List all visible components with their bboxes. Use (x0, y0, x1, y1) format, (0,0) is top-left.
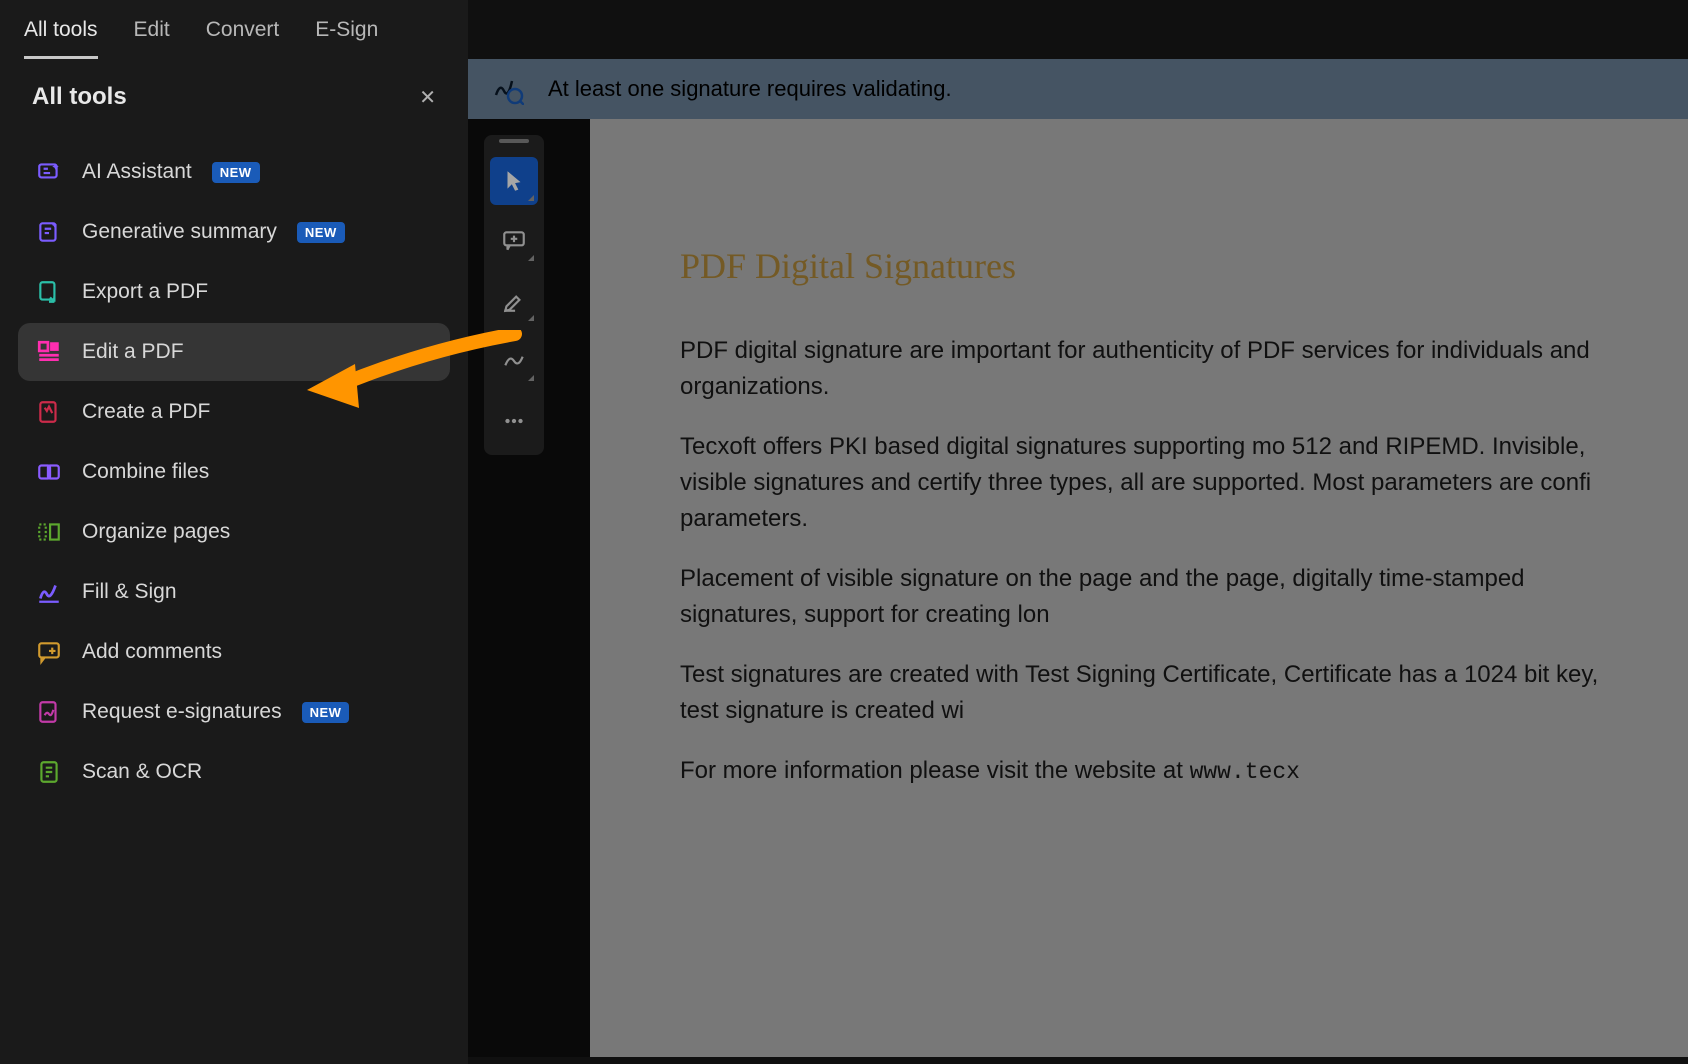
tool-label: Add comments (82, 640, 222, 664)
tab-all-tools[interactable]: All tools (24, 18, 98, 59)
organize-pages-icon (36, 519, 62, 545)
document-paragraph: PDF digital signature are important for … (680, 333, 1628, 405)
sidebar-title: All tools (32, 83, 127, 111)
vertical-toolbar (484, 135, 544, 455)
sidebar-header: All tools ✕ (18, 83, 450, 135)
tool-label: Edit a PDF (82, 340, 184, 364)
tool-label: Organize pages (82, 520, 230, 544)
tool-label: AI Assistant (82, 160, 192, 184)
document-paragraph: Placement of visible signature on the pa… (680, 561, 1628, 633)
add-comments-icon (36, 639, 62, 665)
vtool-draw[interactable] (490, 337, 538, 385)
tool-label: Combine files (82, 460, 209, 484)
tool-label: Request e-signatures (82, 700, 282, 724)
new-badge: NEW (297, 222, 345, 243)
fill-sign-icon (36, 579, 62, 605)
new-badge: NEW (302, 702, 350, 723)
vtool-highlight[interactable] (490, 277, 538, 325)
vtool-comment[interactable] (490, 217, 538, 265)
vtool-cursor[interactable] (490, 157, 538, 205)
main-container: All tools ✕ AI AssistantNEWGenerative su… (0, 59, 1688, 1057)
tool-export-pdf[interactable]: Export a PDF (18, 263, 450, 321)
tab-e-sign[interactable]: E-Sign (315, 18, 378, 59)
document-paragraph: Tecxoft offers PKI based digital signatu… (680, 429, 1628, 537)
content-area: At least one signature requires validati… (468, 59, 1688, 1057)
scan-ocr-icon (36, 759, 62, 785)
tool-list: AI Assistant NEW Generative summary NEW Expo… (18, 143, 450, 801)
tool-add-comments[interactable]: Add comments (18, 623, 450, 681)
tool-combine-files[interactable]: Combine files (18, 443, 450, 501)
document-title: PDF Digital Signatures (680, 239, 1628, 293)
document-paragraph: Test signatures are created with Test Si… (680, 657, 1628, 729)
tab-edit[interactable]: Edit (134, 18, 170, 59)
tool-scan-ocr[interactable]: Scan & OCR (18, 743, 450, 801)
tool-generative-summary[interactable]: Generative summary NEW (18, 203, 450, 261)
top-tabs: All tools Edit Convert E-Sign (0, 0, 1688, 59)
signature-validate-icon (492, 73, 524, 105)
tool-label: Scan & OCR (82, 760, 202, 784)
create-pdf-icon (36, 399, 62, 425)
document-page: PDF Digital Signatures PDF digital signat… (590, 119, 1688, 1057)
tool-edit-pdf[interactable]: Edit a PDF (18, 323, 450, 381)
tool-request-esig[interactable]: Request e-signatures NEW (18, 683, 450, 741)
sidebar: All tools ✕ AI AssistantNEWGenerative su… (0, 59, 468, 1057)
vtool-more[interactable] (490, 397, 538, 445)
request-esig-icon (36, 699, 62, 725)
tool-organize-pages[interactable]: Organize pages (18, 503, 450, 561)
tool-label: Fill & Sign (82, 580, 177, 604)
tool-create-pdf[interactable]: Create a PDF (18, 383, 450, 441)
close-icon[interactable]: ✕ (419, 85, 436, 110)
tool-label: Generative summary (82, 220, 277, 244)
banner-text: At least one signature requires validati… (548, 76, 952, 102)
generative-summary-icon (36, 219, 62, 245)
tool-ai-assistant[interactable]: AI Assistant NEW (18, 143, 450, 201)
combine-files-icon (36, 459, 62, 485)
tab-convert[interactable]: Convert (206, 18, 280, 59)
ai-assistant-icon (36, 159, 62, 185)
tool-label: Create a PDF (82, 400, 210, 424)
document-area: PDF Digital Signatures PDF digital signat… (468, 119, 1688, 1057)
document-paragraph: For more information please visit the we… (680, 753, 1628, 790)
new-badge: NEW (212, 162, 260, 183)
edit-pdf-icon (36, 339, 62, 365)
signature-banner: At least one signature requires validati… (468, 59, 1688, 119)
tool-fill-sign[interactable]: Fill & Sign (18, 563, 450, 621)
tool-label: Export a PDF (82, 280, 208, 304)
export-pdf-icon (36, 279, 62, 305)
